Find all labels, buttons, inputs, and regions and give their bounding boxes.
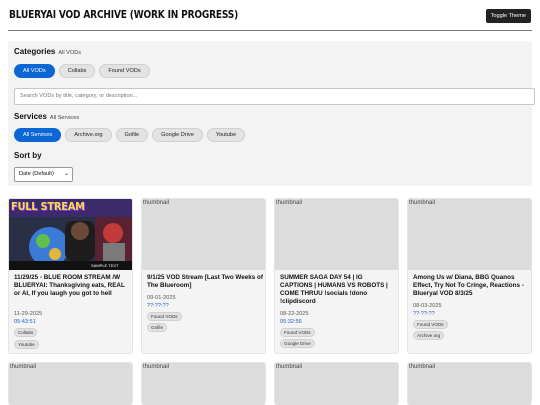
- tag-badge: Gofile: [147, 323, 168, 332]
- category-pill-found-vods[interactable]: Found VODs: [99, 64, 150, 78]
- site-title: BLUERYAI VOD ARCHIVE (WORK IN PROGRESS): [9, 9, 239, 21]
- vod-duration: ??:??:??: [147, 303, 169, 309]
- vod-card[interactable]: thumbnail Among Us w/ Diana, BBG Quanos …: [407, 198, 532, 354]
- filter-panel: Categories All VODs All VODs Collabs Foun…: [8, 41, 535, 186]
- vod-card[interactable]: FULL STREAM SAMPLE TEXT 11/29/25 - BLUE …: [8, 198, 133, 354]
- site-header: BLUERYAI VOD ARCHIVE (WORK IN PROGRESS) …: [8, 6, 532, 31]
- service-pills: All Services Archive.org Gofile Google D…: [14, 128, 246, 142]
- tag-badge: Found VODs: [280, 328, 315, 337]
- vod-card[interactable]: thumbnail 9/1/25 VOD Stream [Last Two We…: [141, 198, 266, 354]
- vod-title[interactable]: 11/29/25 - BLUE ROOM STREAM /W BLUERYAI:…: [14, 274, 130, 298]
- sort-label: Sort by: [14, 151, 42, 160]
- services-current: All Services: [49, 115, 80, 121]
- vod-card[interactable]: thumbnail: [274, 362, 399, 405]
- service-pill-youtube[interactable]: Youtube: [206, 128, 246, 142]
- tag-badge: Found VODs: [147, 312, 182, 321]
- vod-date: 08-03-2025: [413, 303, 442, 309]
- vod-date: 08-22-2025: [280, 311, 309, 317]
- categories-label: Categories: [14, 47, 56, 56]
- thumbnail-alt-text: thumbnail: [276, 200, 303, 206]
- thumbnail-alt-text: thumbnail: [409, 364, 436, 370]
- vod-card[interactable]: thumbnail SUMMER SAGA DAY 54 | IG CAPTIO…: [274, 198, 399, 354]
- thumbnail-alt-text: thumbnail: [10, 364, 37, 370]
- vod-duration: ??:??:??: [413, 311, 435, 317]
- categories-heading: Categories All VODs: [14, 47, 81, 56]
- thumbnail-alt-text: thumbnail: [143, 200, 170, 206]
- thumbnail-alt-text: thumbnail: [409, 200, 436, 206]
- sort-select[interactable]: Date (Default) ⌄: [14, 167, 73, 182]
- thumbnail-placeholder: thumbnail: [275, 363, 398, 405]
- thumbnail-placeholder: thumbnail: [9, 363, 132, 405]
- services-label: Services: [14, 112, 47, 121]
- vod-date: 09-01-2025: [147, 295, 176, 301]
- vod-title[interactable]: 9/1/25 VOD Stream [Last Two Weeks of The…: [147, 274, 263, 290]
- vod-card[interactable]: thumbnail: [141, 362, 266, 405]
- thumbnail-placeholder: thumbnail: [142, 199, 265, 270]
- thumbnail-banner: FULL STREAM: [11, 200, 85, 213]
- vod-date: 11-29-2025: [14, 311, 43, 317]
- category-pill-all-vods[interactable]: All VODs: [14, 64, 55, 78]
- thumbnail-placeholder: thumbnail: [142, 363, 265, 405]
- thumbnail-subtitle: SAMPLE TEXT: [91, 263, 119, 268]
- toggle-theme-button[interactable]: Toggle Theme: [485, 9, 531, 23]
- chevron-down-icon: ⌄: [63, 171, 69, 177]
- thumbnail-placeholder: thumbnail: [275, 199, 398, 270]
- tag-badge: Collabs: [14, 328, 38, 337]
- category-pill-collabs[interactable]: Collabs: [58, 64, 96, 78]
- service-pill-google-drive[interactable]: Google Drive: [152, 128, 203, 142]
- thumbnail-alt-text: thumbnail: [276, 364, 303, 370]
- service-pill-gofile[interactable]: Gofile: [115, 128, 149, 142]
- service-pill-archive-org[interactable]: Archive.org: [65, 128, 112, 142]
- categories-current: All VODs: [58, 50, 82, 56]
- service-pill-all-services[interactable]: All Services: [14, 128, 62, 142]
- tag-badge: Found VODs: [413, 320, 448, 329]
- services-heading: Services All Services: [14, 112, 79, 121]
- vod-duration: 05:43:51: [14, 319, 36, 325]
- thumbnail-placeholder: thumbnail: [408, 199, 531, 270]
- tag-badge: Youtube: [14, 340, 39, 349]
- tag-badge: Archive.org: [413, 331, 445, 340]
- vod-title[interactable]: SUMMER SAGA DAY 54 | IG CAPTIONS | HUMAN…: [280, 274, 396, 306]
- vod-card[interactable]: thumbnail: [407, 362, 532, 405]
- sort-selected-value: Date (Default): [19, 171, 54, 177]
- vod-title[interactable]: Among Us w/ Diana, BBG Quanos Effect, Tr…: [413, 274, 529, 298]
- vod-card[interactable]: thumbnail: [8, 362, 133, 405]
- thumbnail-image: FULL STREAM SAMPLE TEXT: [9, 199, 132, 270]
- vod-duration: 05:32:56: [280, 319, 302, 325]
- search-input[interactable]: Search VODs by title, category, or descr…: [14, 88, 535, 105]
- thumbnail-placeholder: thumbnail: [408, 363, 531, 405]
- tag-badge: Google Drive: [280, 339, 315, 348]
- thumbnail-alt-text: thumbnail: [143, 364, 170, 370]
- category-pills: All VODs Collabs Found VODs: [14, 64, 150, 78]
